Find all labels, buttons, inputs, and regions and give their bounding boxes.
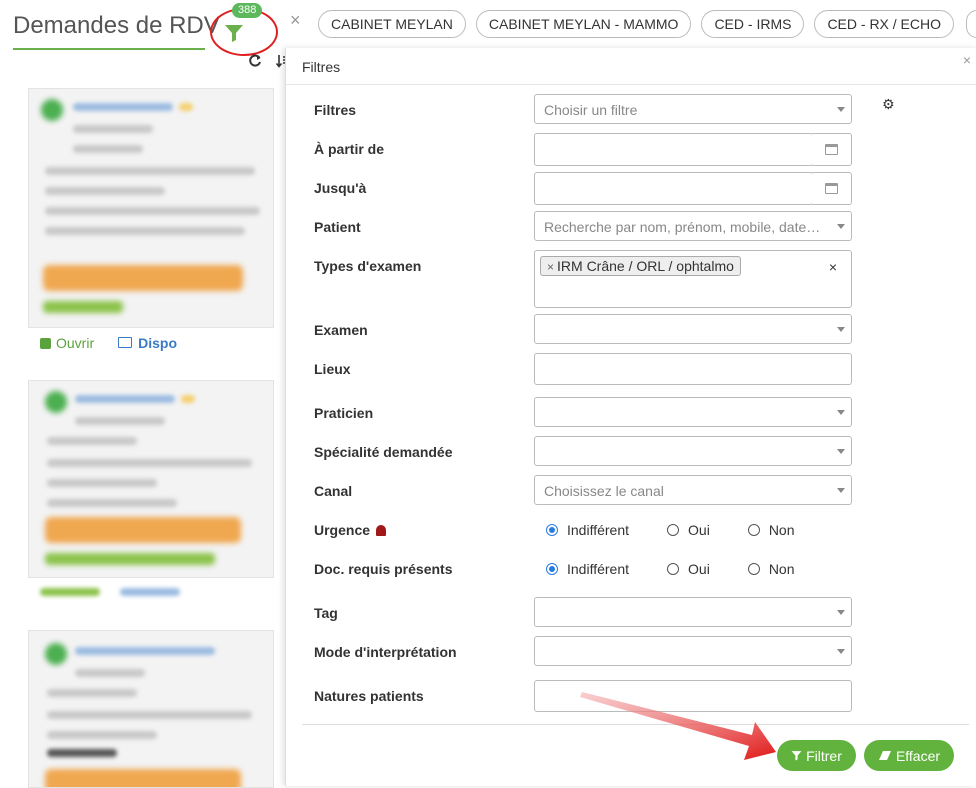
date-to-calendar-button[interactable] (812, 172, 852, 205)
radio-button[interactable] (546, 524, 558, 536)
panel-title: Filtres (302, 59, 341, 75)
patient-natures-input[interactable] (534, 680, 852, 712)
funnel-icon (791, 751, 802, 761)
interpretation-mode-label: Mode d'interprétation (314, 644, 457, 660)
urgency-label: Urgence (314, 522, 387, 538)
date-to-input[interactable] (534, 172, 813, 205)
caret-down-icon (837, 410, 845, 415)
panel-close-icon[interactable]: × (963, 52, 971, 68)
patient-natures-label: Natures patients (314, 688, 424, 704)
urgency-radio-group: Indifférent Oui Non (546, 522, 833, 538)
places-label: Lieux (314, 361, 351, 377)
required-docs-radio-group: Indifférent Oui Non (546, 561, 833, 577)
docs-option-non[interactable]: Non (747, 561, 795, 577)
radio-button[interactable] (546, 563, 558, 575)
exam-select[interactable] (534, 314, 852, 344)
tab-cabinet-meylan-mammo[interactable]: CABINET MEYLAN - MAMMO (475, 10, 692, 38)
urgency-option-non[interactable]: Non (747, 522, 795, 538)
radio-button[interactable] (667, 524, 680, 536)
caret-down-icon (837, 449, 845, 454)
filter-preset-select[interactable]: Choisir un filtre (534, 94, 852, 124)
date-from-label: À partir de (314, 141, 385, 157)
list-item[interactable] (28, 630, 274, 788)
filter-panel: Filtres × Filtres Choisir un filtre ⚙ À … (285, 48, 976, 786)
caret-down-icon (837, 327, 845, 332)
monitor-icon (118, 337, 133, 348)
exam-types-label: Types d'examen (314, 258, 422, 274)
list-item[interactable] (28, 88, 274, 328)
filtres-label: Filtres (314, 102, 357, 118)
required-docs-label: Doc. requis présents (314, 561, 453, 577)
filter-submit-button[interactable]: Filtrer (777, 740, 856, 771)
caret-down-icon (837, 610, 845, 615)
filter-count-badge: 388 (232, 3, 263, 18)
date-from-calendar-button[interactable] (812, 133, 852, 166)
eraser-icon (878, 751, 891, 760)
urgency-option-oui[interactable]: Oui (667, 522, 710, 538)
open-link[interactable]: Ouvrir (40, 335, 94, 351)
gear-icon[interactable]: ⚙ (882, 96, 895, 113)
urgency-option-indifferent[interactable]: Indifférent (546, 522, 629, 538)
funnel-icon (225, 25, 243, 42)
channel-select[interactable]: Choisissez le canal (534, 475, 852, 505)
tag-label: Tag (314, 605, 338, 621)
page-title: Demandes de RDV (13, 12, 220, 50)
docs-option-indifferent[interactable]: Indifférent (546, 561, 629, 577)
tab-ced-rx-echo[interactable]: CED - RX / ECHO (814, 10, 955, 38)
radio-button[interactable] (747, 524, 760, 536)
close-icon[interactable]: × (290, 10, 301, 31)
caret-down-icon (837, 224, 845, 229)
tag-select[interactable] (534, 597, 852, 627)
list-item[interactable] (28, 380, 274, 578)
caret-down-icon (837, 107, 845, 112)
caret-down-icon (837, 649, 845, 654)
calendar-icon (825, 183, 838, 194)
interpretation-mode-select[interactable] (534, 636, 852, 666)
docs-option-oui[interactable]: Oui (667, 561, 710, 577)
clear-filters-button[interactable]: Effacer (864, 740, 954, 771)
clear-tags-icon[interactable]: × (829, 259, 837, 275)
bell-icon (376, 525, 387, 536)
refresh-icon[interactable] (248, 54, 262, 68)
practitioner-label: Praticien (314, 405, 374, 421)
tab-cabinet-meylan[interactable]: CABINET MEYLAN (318, 10, 466, 38)
calendar-icon (825, 144, 838, 155)
patient-search-select[interactable]: Recherche par nom, prénom, mobile, date… (534, 211, 852, 241)
exam-types-multiselect[interactable]: × IRM Crâne / ORL / ophtalmo × (534, 250, 852, 308)
radio-button[interactable] (747, 563, 760, 575)
date-to-label: Jusqu'à (314, 180, 367, 196)
practitioner-select[interactable] (534, 397, 852, 427)
list-toolbar (248, 52, 288, 69)
site-tabs: CABINET MEYLAN CABINET MEYLAN - MAMMO CE… (318, 10, 955, 38)
places-input[interactable] (534, 353, 852, 385)
exam-type-tag: × IRM Crâne / ORL / ophtalmo (540, 256, 741, 276)
tab-overflow[interactable] (966, 10, 976, 38)
specialty-select[interactable] (534, 436, 852, 466)
dispo-link[interactable]: Dispo (118, 335, 177, 351)
exam-label: Examen (314, 322, 368, 338)
patient-label: Patient (314, 219, 361, 235)
external-link-icon (40, 338, 51, 349)
radio-button[interactable] (667, 563, 680, 575)
card-actions: Ouvrir Dispo (40, 335, 177, 351)
channel-label: Canal (314, 483, 353, 499)
date-from-input[interactable] (534, 133, 813, 166)
specialty-label: Spécialité demandée (314, 444, 453, 460)
remove-tag-icon[interactable]: × (547, 260, 554, 274)
caret-down-icon (837, 488, 845, 493)
tab-ced-irms[interactable]: CED - IRMS (701, 10, 805, 38)
